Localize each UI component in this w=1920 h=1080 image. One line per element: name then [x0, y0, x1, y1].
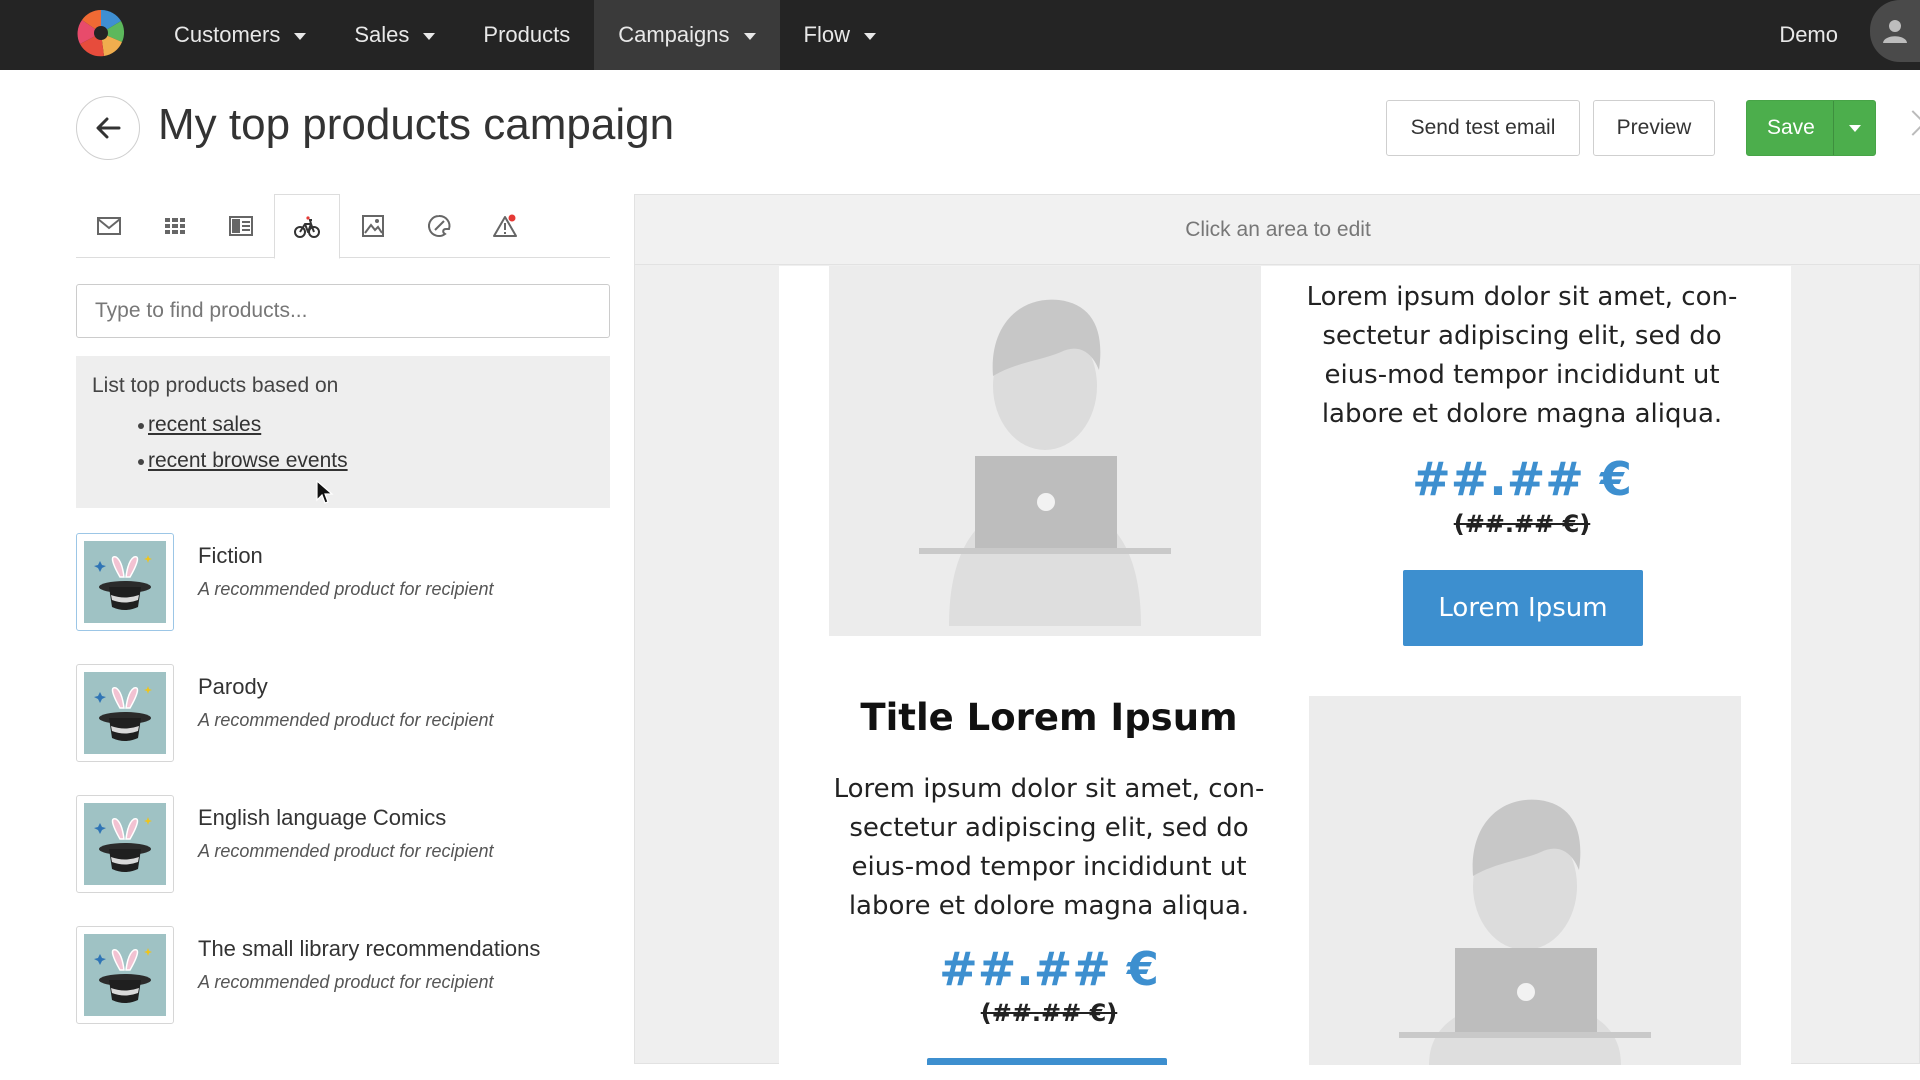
- info-lead-text: List top products based on: [92, 374, 339, 397]
- tab-columns[interactable]: [208, 194, 274, 258]
- product-item-small-library[interactable]: The small library recommendations A reco…: [76, 926, 610, 1026]
- editor-tabs: [76, 194, 610, 259]
- mouse-pointer-icon: [316, 480, 334, 504]
- nav-campaigns[interactable]: Campaigns: [594, 0, 780, 70]
- chevron-down-icon: [863, 32, 876, 40]
- product-name: Parody: [198, 674, 268, 699]
- tab-warnings[interactable]: [472, 194, 538, 258]
- save-dropdown-toggle[interactable]: [1833, 101, 1875, 155]
- magic-hat-icon: [84, 672, 166, 754]
- product-cta-button[interactable]: [927, 1058, 1167, 1065]
- nav-sales[interactable]: Sales: [330, 0, 459, 70]
- back-button[interactable]: [76, 96, 140, 160]
- tab-styles[interactable]: [406, 194, 472, 258]
- product-text[interactable]: Lorem ipsum dolor sit amet, con-sectetur…: [1297, 278, 1747, 434]
- top-products-info: List top products based on recent sales …: [76, 356, 610, 508]
- user-icon: [1883, 20, 1907, 43]
- product-description: A recommended product for recipient: [198, 841, 494, 861]
- palette-icon: [428, 215, 451, 237]
- product-description: A recommended product for recipient: [198, 972, 494, 992]
- product-name: English language Comics: [198, 805, 447, 830]
- list-item: recent sales: [92, 410, 594, 446]
- list-item: recent browse events: [92, 446, 594, 482]
- tab-images[interactable]: [340, 194, 406, 258]
- recent-sales-link[interactable]: recent sales: [148, 413, 261, 436]
- save-button[interactable]: Save: [1746, 100, 1876, 156]
- product-description: A recommended product for recipient: [198, 579, 494, 599]
- product-thumbnail: [76, 926, 174, 1024]
- nav-flow[interactable]: Flow: [780, 0, 900, 70]
- page-title: My top products campaign: [158, 100, 675, 149]
- tab-email[interactable]: [76, 194, 142, 258]
- email-canvas[interactable]: Lorem ipsum dolor sit amet, con-sectetur…: [779, 266, 1791, 1065]
- nav-customers[interactable]: Customers: [150, 0, 330, 70]
- product-thumbnail: [76, 533, 174, 631]
- mail-icon: [97, 217, 121, 235]
- chevron-down-icon: [1848, 124, 1861, 132]
- recent-browse-events-link[interactable]: recent browse events: [148, 449, 348, 472]
- product-image-placeholder[interactable]: [1309, 696, 1741, 1065]
- person-laptop-icon: [919, 299, 1171, 626]
- main-menu: Customers Sales Products Campaigns Flow: [150, 0, 900, 70]
- tab-layout[interactable]: [142, 194, 208, 258]
- product-image-placeholder[interactable]: [829, 266, 1261, 636]
- send-test-email-button[interactable]: Send test email: [1386, 100, 1580, 156]
- chevron-down-icon: [294, 32, 307, 40]
- bicycle-icon: [294, 215, 320, 238]
- info-link-list: recent sales recent browse events: [92, 410, 594, 482]
- product-name: Fiction: [198, 543, 263, 568]
- product-thumbnail: [76, 664, 174, 762]
- warning-icon: [493, 214, 517, 237]
- nav-products-label: Products: [483, 22, 571, 47]
- columns-icon: [229, 216, 253, 236]
- nav-campaigns-label: Campaigns: [618, 22, 730, 47]
- nav-sales-label: Sales: [354, 22, 410, 47]
- preview-button[interactable]: Preview: [1593, 100, 1715, 156]
- top-navbar: Customers Sales Products Campaigns Flow …: [0, 0, 1920, 70]
- user-name[interactable]: Demo: [1779, 0, 1838, 70]
- nav-flow-label: Flow: [803, 22, 850, 47]
- tab-products[interactable]: [274, 194, 340, 259]
- person-laptop-icon: [1399, 799, 1651, 1065]
- magic-hat-icon: [84, 541, 166, 623]
- nav-customers-label: Customers: [174, 22, 281, 47]
- chevron-down-icon: [423, 32, 436, 40]
- brand-logo-icon[interactable]: [74, 6, 128, 60]
- product-cta-button[interactable]: Lorem Ipsum: [1403, 570, 1643, 646]
- product-item-english-language-comics[interactable]: English language Comics A recommended pr…: [76, 795, 610, 895]
- image-icon: [362, 215, 384, 237]
- magic-hat-icon: [84, 934, 166, 1016]
- product-text[interactable]: Lorem ipsum dolor sit amet, con-sectetur…: [819, 770, 1279, 926]
- product-description: A recommended product for recipient: [198, 710, 494, 730]
- arrow-left-icon: [96, 117, 121, 139]
- magic-hat-icon: [84, 803, 166, 885]
- product-price[interactable]: ##.## €: [1297, 452, 1747, 506]
- avatar[interactable]: [1870, 0, 1920, 62]
- save-button-label: Save: [1767, 116, 1815, 139]
- grid-icon: [165, 218, 185, 234]
- chevron-down-icon: [743, 32, 756, 40]
- product-name: The small library recommendations: [198, 936, 541, 961]
- product-old-price[interactable]: (##.## €): [1297, 510, 1747, 538]
- product-title[interactable]: Title Lorem Ipsum: [819, 696, 1279, 739]
- product-thumbnail: [76, 795, 174, 893]
- product-old-price[interactable]: (##.## €): [819, 999, 1279, 1027]
- edit-hint: Click an area to edit: [635, 195, 1920, 265]
- product-item-fiction[interactable]: Fiction A recommended product for recipi…: [76, 533, 610, 633]
- product-item-parody[interactable]: Parody A recommended product for recipie…: [76, 664, 610, 764]
- product-price[interactable]: ##.## €: [819, 942, 1279, 996]
- chevron-right-icon[interactable]: [1900, 110, 1920, 136]
- email-preview-pane: Click an area to edit Lorem ipsum dolor …: [634, 194, 1920, 1065]
- nav-products[interactable]: Products: [459, 0, 594, 70]
- product-search-input[interactable]: [76, 284, 610, 338]
